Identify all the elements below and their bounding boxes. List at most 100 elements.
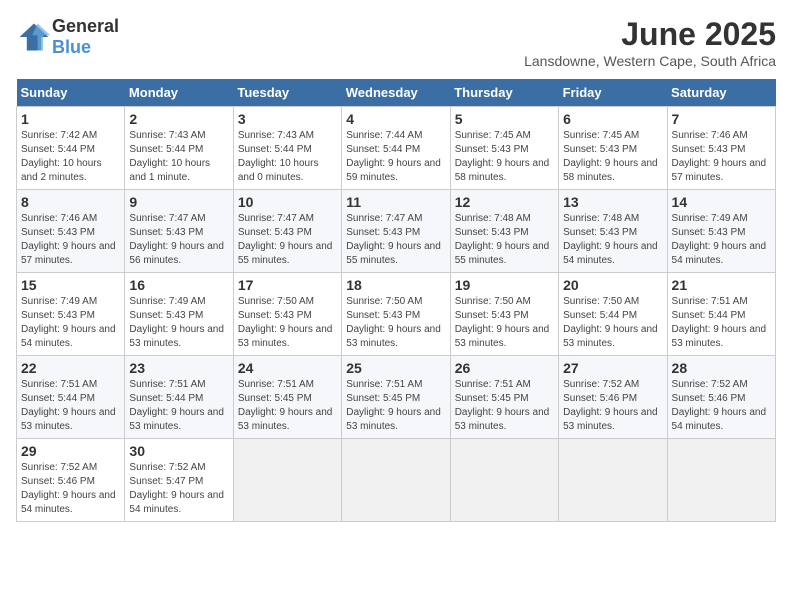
day-info: Sunrise: 7:46 AM Sunset: 5:43 PM Dayligh… xyxy=(21,212,120,268)
weekday-header-monday: Monday xyxy=(125,79,233,107)
day-info: Sunrise: 7:50 AM Sunset: 5:43 PM Dayligh… xyxy=(238,295,337,351)
calendar-day-cell: 1 Sunrise: 7:42 AM Sunset: 5:44 PM Dayli… xyxy=(17,107,125,190)
calendar-day-cell: 4 Sunrise: 7:44 AM Sunset: 5:44 PM Dayli… xyxy=(342,107,450,190)
day-info: Sunrise: 7:52 AM Sunset: 5:46 PM Dayligh… xyxy=(563,378,662,434)
day-number: 18 xyxy=(346,277,445,293)
calendar-day-cell: 18 Sunrise: 7:50 AM Sunset: 5:43 PM Dayl… xyxy=(342,273,450,356)
day-number: 28 xyxy=(672,360,771,376)
calendar-week-row: 15 Sunrise: 7:49 AM Sunset: 5:43 PM Dayl… xyxy=(17,273,776,356)
day-info: Sunrise: 7:52 AM Sunset: 5:47 PM Dayligh… xyxy=(129,461,228,517)
day-number: 21 xyxy=(672,277,771,293)
calendar-day-cell: 23 Sunrise: 7:51 AM Sunset: 5:44 PM Dayl… xyxy=(125,356,233,439)
day-number: 15 xyxy=(21,277,120,293)
day-number: 5 xyxy=(455,111,554,127)
day-info: Sunrise: 7:52 AM Sunset: 5:46 PM Dayligh… xyxy=(21,461,120,517)
main-title: June 2025 xyxy=(524,16,776,53)
calendar-day-cell: 21 Sunrise: 7:51 AM Sunset: 5:44 PM Dayl… xyxy=(667,273,775,356)
day-number: 6 xyxy=(563,111,662,127)
calendar-day-cell: 11 Sunrise: 7:47 AM Sunset: 5:43 PM Dayl… xyxy=(342,190,450,273)
day-info: Sunrise: 7:49 AM Sunset: 5:43 PM Dayligh… xyxy=(129,295,228,351)
calendar-day-cell: 14 Sunrise: 7:49 AM Sunset: 5:43 PM Dayl… xyxy=(667,190,775,273)
subtitle: Lansdowne, Western Cape, South Africa xyxy=(524,53,776,69)
day-number: 23 xyxy=(129,360,228,376)
title-area: June 2025 Lansdowne, Western Cape, South… xyxy=(524,16,776,69)
weekday-header-friday: Friday xyxy=(559,79,667,107)
day-info: Sunrise: 7:50 AM Sunset: 5:44 PM Dayligh… xyxy=(563,295,662,351)
day-info: Sunrise: 7:43 AM Sunset: 5:44 PM Dayligh… xyxy=(238,129,337,185)
calendar-day-cell: 25 Sunrise: 7:51 AM Sunset: 5:45 PM Dayl… xyxy=(342,356,450,439)
calendar-day-cell: 30 Sunrise: 7:52 AM Sunset: 5:47 PM Dayl… xyxy=(125,439,233,522)
day-info: Sunrise: 7:51 AM Sunset: 5:45 PM Dayligh… xyxy=(238,378,337,434)
day-number: 11 xyxy=(346,194,445,210)
day-number: 27 xyxy=(563,360,662,376)
calendar-day-cell: 24 Sunrise: 7:51 AM Sunset: 5:45 PM Dayl… xyxy=(233,356,341,439)
calendar-day-cell: 10 Sunrise: 7:47 AM Sunset: 5:43 PM Dayl… xyxy=(233,190,341,273)
day-number: 26 xyxy=(455,360,554,376)
calendar-table: SundayMondayTuesdayWednesdayThursdayFrid… xyxy=(16,79,776,522)
logo-general-text: General xyxy=(52,16,119,36)
calendar-day-cell: 29 Sunrise: 7:52 AM Sunset: 5:46 PM Dayl… xyxy=(17,439,125,522)
calendar-day-cell: 22 Sunrise: 7:51 AM Sunset: 5:44 PM Dayl… xyxy=(17,356,125,439)
day-number: 29 xyxy=(21,443,120,459)
empty-cell xyxy=(233,439,341,522)
weekday-header-row: SundayMondayTuesdayWednesdayThursdayFrid… xyxy=(17,79,776,107)
day-info: Sunrise: 7:42 AM Sunset: 5:44 PM Dayligh… xyxy=(21,129,120,185)
logo-icon xyxy=(16,19,52,55)
day-info: Sunrise: 7:51 AM Sunset: 5:44 PM Dayligh… xyxy=(672,295,771,351)
page-header: General Blue June 2025 Lansdowne, Wester… xyxy=(16,16,776,69)
day-info: Sunrise: 7:45 AM Sunset: 5:43 PM Dayligh… xyxy=(455,129,554,185)
day-info: Sunrise: 7:51 AM Sunset: 5:45 PM Dayligh… xyxy=(346,378,445,434)
day-info: Sunrise: 7:48 AM Sunset: 5:43 PM Dayligh… xyxy=(563,212,662,268)
calendar-day-cell: 15 Sunrise: 7:49 AM Sunset: 5:43 PM Dayl… xyxy=(17,273,125,356)
logo: General Blue xyxy=(16,16,119,58)
day-info: Sunrise: 7:47 AM Sunset: 5:43 PM Dayligh… xyxy=(129,212,228,268)
calendar-week-row: 22 Sunrise: 7:51 AM Sunset: 5:44 PM Dayl… xyxy=(17,356,776,439)
weekday-header-saturday: Saturday xyxy=(667,79,775,107)
day-number: 12 xyxy=(455,194,554,210)
calendar-day-cell: 17 Sunrise: 7:50 AM Sunset: 5:43 PM Dayl… xyxy=(233,273,341,356)
calendar-day-cell: 19 Sunrise: 7:50 AM Sunset: 5:43 PM Dayl… xyxy=(450,273,558,356)
empty-cell xyxy=(667,439,775,522)
day-info: Sunrise: 7:45 AM Sunset: 5:43 PM Dayligh… xyxy=(563,129,662,185)
calendar-day-cell: 3 Sunrise: 7:43 AM Sunset: 5:44 PM Dayli… xyxy=(233,107,341,190)
day-number: 8 xyxy=(21,194,120,210)
calendar-day-cell: 20 Sunrise: 7:50 AM Sunset: 5:44 PM Dayl… xyxy=(559,273,667,356)
day-number: 24 xyxy=(238,360,337,376)
calendar-day-cell: 27 Sunrise: 7:52 AM Sunset: 5:46 PM Dayl… xyxy=(559,356,667,439)
calendar-day-cell: 2 Sunrise: 7:43 AM Sunset: 5:44 PM Dayli… xyxy=(125,107,233,190)
day-info: Sunrise: 7:48 AM Sunset: 5:43 PM Dayligh… xyxy=(455,212,554,268)
calendar-day-cell: 5 Sunrise: 7:45 AM Sunset: 5:43 PM Dayli… xyxy=(450,107,558,190)
calendar-day-cell: 7 Sunrise: 7:46 AM Sunset: 5:43 PM Dayli… xyxy=(667,107,775,190)
day-info: Sunrise: 7:50 AM Sunset: 5:43 PM Dayligh… xyxy=(455,295,554,351)
calendar-day-cell: 12 Sunrise: 7:48 AM Sunset: 5:43 PM Dayl… xyxy=(450,190,558,273)
calendar-day-cell: 9 Sunrise: 7:47 AM Sunset: 5:43 PM Dayli… xyxy=(125,190,233,273)
day-number: 25 xyxy=(346,360,445,376)
calendar-week-row: 8 Sunrise: 7:46 AM Sunset: 5:43 PM Dayli… xyxy=(17,190,776,273)
day-number: 10 xyxy=(238,194,337,210)
weekday-header-tuesday: Tuesday xyxy=(233,79,341,107)
day-number: 1 xyxy=(21,111,120,127)
weekday-header-wednesday: Wednesday xyxy=(342,79,450,107)
weekday-header-sunday: Sunday xyxy=(17,79,125,107)
day-info: Sunrise: 7:47 AM Sunset: 5:43 PM Dayligh… xyxy=(346,212,445,268)
day-info: Sunrise: 7:51 AM Sunset: 5:45 PM Dayligh… xyxy=(455,378,554,434)
day-number: 20 xyxy=(563,277,662,293)
day-info: Sunrise: 7:44 AM Sunset: 5:44 PM Dayligh… xyxy=(346,129,445,185)
empty-cell xyxy=(450,439,558,522)
day-number: 2 xyxy=(129,111,228,127)
calendar-day-cell: 8 Sunrise: 7:46 AM Sunset: 5:43 PM Dayli… xyxy=(17,190,125,273)
calendar-week-row: 1 Sunrise: 7:42 AM Sunset: 5:44 PM Dayli… xyxy=(17,107,776,190)
day-info: Sunrise: 7:51 AM Sunset: 5:44 PM Dayligh… xyxy=(129,378,228,434)
day-info: Sunrise: 7:43 AM Sunset: 5:44 PM Dayligh… xyxy=(129,129,228,185)
day-info: Sunrise: 7:49 AM Sunset: 5:43 PM Dayligh… xyxy=(672,212,771,268)
day-info: Sunrise: 7:52 AM Sunset: 5:46 PM Dayligh… xyxy=(672,378,771,434)
empty-cell xyxy=(559,439,667,522)
day-number: 7 xyxy=(672,111,771,127)
day-number: 13 xyxy=(563,194,662,210)
day-number: 22 xyxy=(21,360,120,376)
calendar-day-cell: 28 Sunrise: 7:52 AM Sunset: 5:46 PM Dayl… xyxy=(667,356,775,439)
calendar-day-cell: 13 Sunrise: 7:48 AM Sunset: 5:43 PM Dayl… xyxy=(559,190,667,273)
day-info: Sunrise: 7:50 AM Sunset: 5:43 PM Dayligh… xyxy=(346,295,445,351)
day-number: 17 xyxy=(238,277,337,293)
day-number: 30 xyxy=(129,443,228,459)
